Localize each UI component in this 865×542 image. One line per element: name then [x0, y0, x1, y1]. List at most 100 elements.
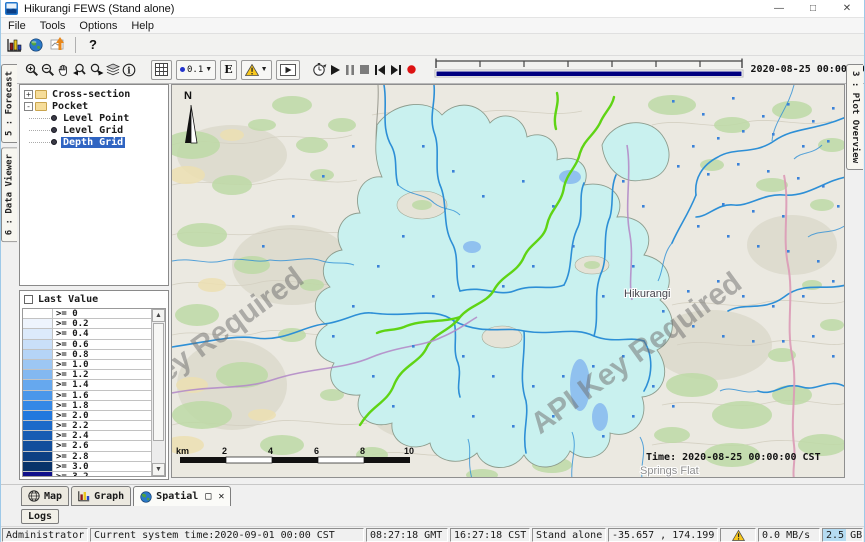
legend-row[interactable]: >= 2.2	[23, 421, 151, 431]
stop-button[interactable]	[360, 63, 369, 77]
tree-label[interactable]: Level Point	[61, 113, 131, 124]
legend-swatch	[23, 329, 53, 338]
legend-label: >= 1.2	[53, 370, 151, 379]
tree-item-pocket[interactable]: - Pocket	[20, 100, 168, 112]
play-button[interactable]	[331, 63, 340, 77]
zoom-next-icon[interactable]	[89, 61, 104, 79]
minimize-button[interactable]: —	[762, 0, 796, 17]
scroll-down-icon[interactable]: ▼	[152, 463, 165, 476]
layers-icon[interactable]	[106, 61, 120, 79]
help-button[interactable]: ?	[83, 36, 103, 54]
tab-spatial[interactable]: Spatial □ ✕	[133, 486, 231, 507]
status-warning[interactable]	[720, 528, 756, 542]
legend-scrollbar[interactable]: ▲ ▼	[151, 309, 165, 476]
profile-button[interactable]: E	[220, 60, 236, 80]
zoom-out-icon[interactable]	[41, 61, 55, 79]
grid-display-button[interactable]	[151, 60, 172, 80]
tree-item-level-point[interactable]: Level Point	[20, 112, 168, 124]
legend-row[interactable]: >= 0.4	[23, 329, 151, 339]
spatial-display-icon[interactable]	[48, 36, 68, 54]
scroll-up-icon[interactable]: ▲	[152, 309, 165, 322]
tab-forecast[interactable]: 5 : Forecast	[1, 64, 17, 143]
globe-icon[interactable]	[26, 36, 46, 54]
legend-row[interactable]: >= 2.4	[23, 431, 151, 441]
last-value-checkbox[interactable]	[24, 295, 33, 304]
bullet-icon	[51, 139, 57, 145]
tab-data-viewer[interactable]: 6 : Data Viewer	[1, 147, 17, 242]
pan-hand-icon[interactable]	[57, 61, 70, 79]
legend-row[interactable]: >= 2.6	[23, 441, 151, 451]
tree-item-depth-grid[interactable]: Depth Grid	[20, 136, 168, 148]
map-toolbar: i 0.1 ▼ E ▼	[1, 56, 864, 84]
folder-icon	[35, 102, 47, 111]
legend-row[interactable]: >= 1.8	[23, 401, 151, 411]
legend-swatch	[23, 360, 53, 369]
legend-row[interactable]: >= 0.6	[23, 340, 151, 350]
tree-expander-icon[interactable]: -	[24, 102, 33, 111]
menu-help[interactable]: Help	[124, 20, 161, 32]
tree-label[interactable]: Cross-section	[50, 89, 132, 100]
last-value-label: Last Value	[38, 294, 98, 305]
maximize-button[interactable]: □	[796, 0, 830, 17]
info-icon[interactable]: i	[122, 61, 136, 79]
explorer-barchart-icon[interactable]	[4, 36, 24, 54]
tree-label[interactable]: Level Grid	[61, 125, 125, 136]
warning-icon	[732, 530, 745, 541]
left-panel: + Cross-section - PocketLevel PointLevel Gr…	[19, 84, 169, 480]
legend-row[interactable]: >= 1.4	[23, 380, 151, 390]
record-button[interactable]	[407, 63, 416, 77]
skip-end-button[interactable]	[391, 63, 401, 77]
globe-icon	[140, 491, 152, 503]
contour-value-dropdown[interactable]: 0.1 ▼	[176, 60, 216, 80]
tab-graph[interactable]: Graph	[71, 486, 131, 506]
map-canvas[interactable]: API Key Required API Key Required N km 2…	[171, 84, 845, 478]
map-graphics: API Key Required API Key Required N km 2…	[172, 85, 845, 478]
svg-text:km: km	[176, 446, 189, 456]
menu-file[interactable]: File	[1, 20, 33, 32]
legend-row[interactable]: >= 2.8	[23, 452, 151, 462]
animation-panel-button[interactable]	[276, 60, 300, 80]
legend-label: >= 3.0	[53, 462, 151, 471]
legend-row[interactable]: >= 3.0	[23, 462, 151, 472]
warning-dropdown-button[interactable]: ▼	[241, 60, 272, 80]
legend-label: >= 0.6	[53, 340, 151, 349]
menu-tools[interactable]: Tools	[33, 20, 73, 32]
animation-clock-icon[interactable]	[312, 61, 327, 79]
menu-bar: File Tools Options Help	[1, 18, 864, 34]
tree-label[interactable]: Depth Grid	[61, 137, 125, 148]
flat-label: Springs Flat	[640, 465, 699, 477]
zoom-previous-icon[interactable]	[72, 61, 87, 79]
legend-label: >= 3.2	[53, 472, 151, 476]
tab-maximize-icon[interactable]: □	[205, 491, 211, 502]
skip-start-button[interactable]	[375, 63, 385, 77]
legend-row[interactable]: >= 2.0	[23, 411, 151, 421]
right-tab-strip: 3 : Plot Overview	[844, 64, 864, 484]
tab-plot-overview[interactable]: 3 : Plot Overview	[846, 64, 863, 170]
zoom-in-icon[interactable]	[25, 61, 39, 79]
legend-row[interactable]: >= 1.6	[23, 391, 151, 401]
tree-item-level-grid[interactable]: Level Grid	[20, 124, 168, 136]
legend-row[interactable]: >= 0	[23, 309, 151, 319]
scrollbar-thumb[interactable]	[153, 323, 164, 441]
tab-close-icon[interactable]: ✕	[218, 491, 224, 502]
tree-expander-icon[interactable]: +	[24, 90, 33, 99]
bottom-tab-bar: Map Graph Spatial □ ✕	[1, 484, 864, 506]
logs-button[interactable]: Logs	[21, 509, 59, 524]
legend-row[interactable]: >= 0.2	[23, 319, 151, 329]
status-local-time: 16:27:18 CST	[450, 528, 530, 542]
status-memory[interactable]: 2.5 GB	[822, 528, 863, 542]
tree-item-cross-section[interactable]: + Cross-section	[20, 88, 168, 100]
main-toolbar: ?	[1, 34, 864, 56]
menu-options[interactable]: Options	[72, 20, 124, 32]
pause-button[interactable]	[346, 63, 354, 77]
app-window: Hikurangi FEWS (Stand alone) — □ ✕ File …	[0, 0, 865, 542]
legend-row[interactable]: >= 1.2	[23, 370, 151, 380]
legend-row[interactable]: >= 3.2	[23, 472, 151, 476]
legend-row[interactable]: >= 0.8	[23, 350, 151, 360]
tree-label[interactable]: Pocket	[50, 101, 90, 112]
tab-map[interactable]: Map	[21, 486, 69, 506]
legend-row[interactable]: >= 1.0	[23, 360, 151, 370]
close-button[interactable]: ✕	[830, 0, 864, 17]
timeline-slider[interactable]	[433, 57, 745, 83]
layer-tree[interactable]: + Cross-section - PocketLevel PointLevel Gr…	[19, 84, 169, 286]
